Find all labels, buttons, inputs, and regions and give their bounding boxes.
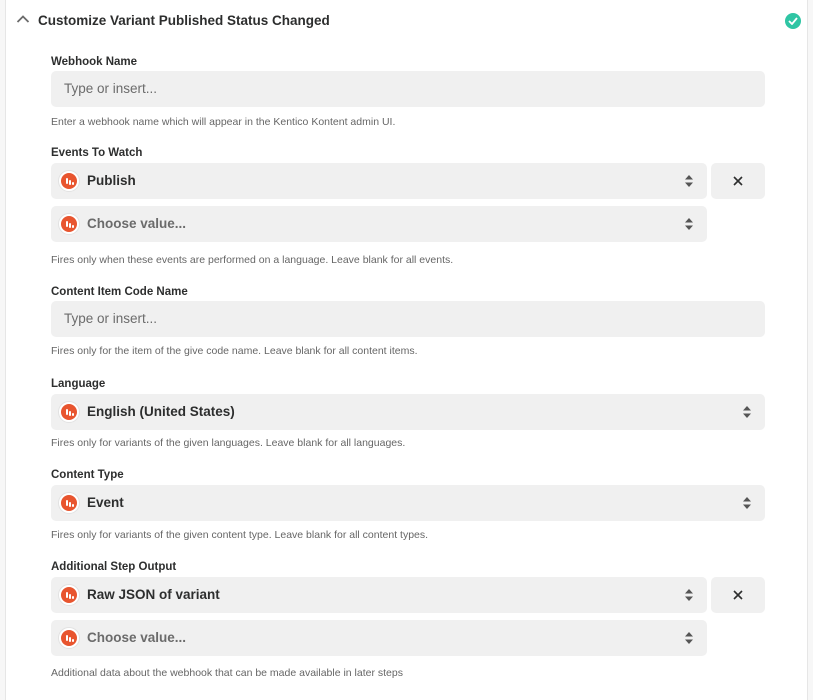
kentico-kontent-icon — [58, 170, 80, 192]
kentico-kontent-icon — [58, 627, 80, 649]
check-circle-icon — [785, 13, 801, 29]
webhook-name-input[interactable]: Type or insert... — [51, 71, 765, 107]
additional-output-select-1[interactable]: Raw JSON of variant — [51, 577, 707, 613]
content-item-input[interactable]: Type or insert... — [51, 301, 765, 337]
content-type-selected-value: Event — [87, 495, 124, 510]
events-remove-button[interactable] — [711, 163, 765, 199]
events-select-2[interactable]: Choose value... — [51, 206, 707, 242]
up-down-arrows-icon — [685, 589, 693, 601]
language-label: Language — [51, 378, 106, 390]
step-panel: Customize Variant Published Status Chang… — [5, 0, 808, 700]
webhook-name-placeholder: Type or insert... — [64, 81, 158, 96]
close-icon — [733, 176, 743, 186]
up-down-arrows-icon — [743, 497, 751, 509]
language-select[interactable]: English (United States) — [51, 394, 765, 430]
additional-output-select-2[interactable]: Choose value... — [51, 620, 707, 656]
content-item-help: Fires only for the item of the give code… — [51, 345, 418, 357]
content-item-label: Content Item Code Name — [51, 286, 188, 298]
kentico-kontent-icon — [58, 401, 80, 423]
webhook-name-label: Webhook Name — [51, 56, 138, 68]
up-down-arrows-icon — [685, 632, 693, 644]
additional-output-help: Additional data about the webhook that c… — [51, 667, 403, 679]
content-type-help: Fires only for variants of the given con… — [51, 529, 429, 541]
up-down-arrows-icon — [685, 175, 693, 187]
events-choose-placeholder: Choose value... — [87, 216, 187, 231]
events-help: Fires only when these events are perform… — [51, 254, 454, 266]
webhook-name-help: Enter a webhook name which will appear i… — [51, 116, 396, 128]
language-selected-value: English (United States) — [87, 404, 235, 419]
kentico-kontent-icon — [58, 492, 80, 514]
content-type-label: Content Type — [51, 469, 124, 481]
language-help: Fires only for variants of the given lan… — [51, 437, 406, 449]
kentico-kontent-icon — [58, 213, 80, 235]
events-label: Events To Watch — [51, 147, 143, 159]
close-icon — [733, 590, 743, 600]
additional-output-label: Additional Step Output — [51, 561, 177, 573]
step-title: Customize Variant Published Status Chang… — [38, 13, 330, 28]
additional-output-remove-button[interactable] — [711, 577, 765, 613]
additional-output-selected-value: Raw JSON of variant — [87, 587, 220, 602]
content-type-select[interactable]: Event — [51, 485, 765, 521]
step-header[interactable]: Customize Variant Published Status Chang… — [6, 0, 807, 42]
content-item-placeholder: Type or insert... — [64, 311, 158, 326]
additional-output-choose-placeholder: Choose value... — [87, 630, 187, 645]
up-down-arrows-icon — [685, 218, 693, 230]
up-down-arrows-icon — [743, 406, 751, 418]
events-selected-value: Publish — [87, 173, 136, 188]
events-select-1[interactable]: Publish — [51, 163, 707, 199]
chevron-up-icon[interactable] — [16, 14, 30, 24]
kentico-kontent-icon — [58, 584, 80, 606]
